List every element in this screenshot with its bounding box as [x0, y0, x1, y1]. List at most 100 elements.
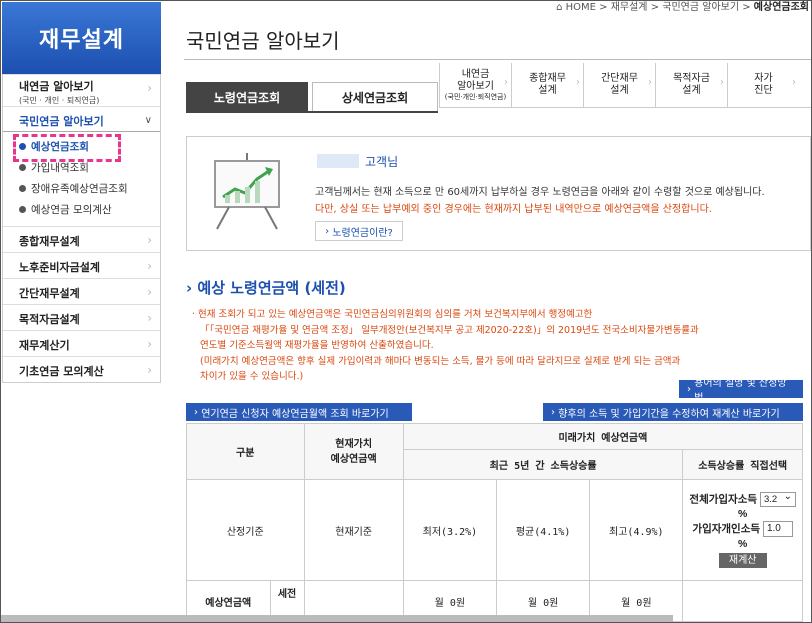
sub-item-expected-pension[interactable]: 예상연금조회: [3, 134, 160, 162]
quick-link-label: 설계: [610, 85, 629, 96]
recalculate-button[interactable]: 재계산: [718, 552, 767, 569]
header-category: 구분: [186, 423, 305, 480]
chevron-right-icon: ›: [648, 77, 652, 88]
chevron-right-icon: ›: [576, 77, 580, 88]
sidebar-title: 재무설계: [2, 2, 161, 74]
bullet-icon: [19, 206, 26, 213]
divider: [186, 111, 438, 113]
chevron-right-icon: ›: [194, 406, 202, 418]
direct-select-form: 전체가입자소득 3.2 % 가입자개인소득 1.0 % 재계산: [683, 490, 802, 569]
quick-link-label: 설계: [538, 85, 557, 96]
chevron-down-icon: ∨: [144, 115, 152, 126]
notice-line: (미래가치 예상연금액은 향후 실제 가입이력과 해마다 변동되는 소득, 물가…: [200, 355, 681, 367]
button-label: 노령연금이란?: [332, 227, 393, 239]
sidebar-item-label: 재무계산기: [19, 339, 70, 352]
info-text: 고객님께서는 현재 소득으로 만 60세까지 납부하실 경우 노령연금을 아래와…: [315, 187, 765, 198]
sidebar-item-label: 기초연금 모의계산: [19, 365, 104, 378]
percent-label: %: [738, 507, 748, 520]
quick-link-label: 간단재무: [601, 73, 638, 84]
chevron-right-icon: ›: [687, 383, 695, 395]
notice-line: 「「국민연금 재평가율 및 연금액 조정」 일부개정안(보건복지부 공고 제20…: [200, 324, 699, 336]
quick-link-label: 알아보기: [457, 80, 494, 92]
masked-name: [317, 154, 359, 168]
chevron-right-icon: ›: [720, 77, 724, 88]
sidebar-item-retirement[interactable]: 노후준비자금설계 ›: [3, 252, 160, 278]
chevron-right-icon: ›: [186, 279, 198, 297]
sidebar-item-label: 간단재무설계: [19, 287, 80, 300]
sub-item-mock-calc[interactable]: 예상연금 모의계산: [3, 199, 160, 220]
chevron-right-icon: ›: [147, 363, 152, 377]
value-direct: [682, 580, 803, 622]
sub-item-label: 예상연금 모의계산: [31, 204, 112, 216]
pension-table: 구분 현재가치 예상연금액 미래가치 예상연금액 최근 5년 간 소득상승률 소…: [186, 423, 804, 622]
quick-link-label: 내연금: [461, 68, 490, 80]
header-current-value: 현재가치 예상연금액: [303, 423, 404, 480]
divider: [184, 59, 811, 60]
what-is-pension-button[interactable]: › 노령연금이란?: [315, 221, 403, 241]
sidebar-item-my-pension[interactable]: 내연금 알아보기 (국민 · 개인 · 퇴직연금) ›: [3, 74, 160, 106]
all-income-select[interactable]: 3.2: [759, 490, 796, 507]
sidebar-item-label: 국민연금 알아보기: [19, 115, 104, 128]
sidebar-item-label: 노후준비자금설계: [19, 261, 100, 274]
chevron-right-icon: ›: [147, 259, 152, 273]
breadcrumb-level1[interactable]: 재무설계: [611, 2, 648, 13]
breadcrumb-current: 예상연금조회: [753, 2, 809, 13]
sub-item-label: 장애유족예상연금조회: [31, 183, 128, 195]
sub-item-enrollment-history[interactable]: 가입내역조회: [3, 157, 160, 178]
recalculate-link-button[interactable]: › 향후의 소득 및 가입기간을 수정하여 재계산 바로가기: [543, 403, 803, 421]
notice-line: 연도별 기준소득월액 재평가율을 반영하여 산출하였습니다.: [200, 340, 434, 351]
sidebar-sub-list: 예상연금조회 가입내역조회 장애유족예상연금조회 예상연금 모의계산: [3, 132, 160, 226]
personal-income-label: 가입자개인소득: [692, 522, 761, 535]
sub-item-disability-survivor[interactable]: 장애유족예상연금조회: [3, 178, 160, 199]
bullet-icon: [19, 164, 26, 171]
section-title: › 예상 노령연금액 (세전): [186, 277, 346, 298]
divider: [439, 107, 811, 108]
window-frame: 재무설계 내연금 알아보기 (국민 · 개인 · 퇴직연금) › 국민연금 알아…: [0, 0, 812, 623]
quick-link-simple[interactable]: 간단재무 설계 ›: [583, 63, 655, 107]
header-direct-select: 소득상승률 직접선택: [682, 449, 803, 480]
tab-detail-pension[interactable]: 상세연금조회: [312, 82, 438, 112]
quick-link-purpose[interactable]: 목적자금 설계 ›: [655, 63, 727, 107]
sidebar-item-calculator[interactable]: 재무계산기 ›: [3, 330, 160, 356]
horizontal-scrollbar[interactable]: [1, 615, 673, 622]
quick-link-self-check[interactable]: 자가 진단 ›: [727, 63, 799, 107]
sidebar-item-basic-pension[interactable]: 기초연금 모의계산 ›: [3, 356, 160, 382]
sidebar-item-label: 목적자금설계: [19, 313, 80, 326]
breadcrumb-home[interactable]: HOME: [566, 2, 596, 13]
chevron-right-icon: ›: [504, 77, 508, 88]
sidebar-item-purpose[interactable]: 목적자금설계 ›: [3, 304, 160, 330]
deferred-pension-button[interactable]: › 연기연금 신청자 예상연금월액 조회 바로가기: [186, 403, 412, 421]
notice-line: · 현재 조회가 되고 있는 예상연금액은 국민연금심의위원회의 심의를 거쳐 …: [192, 309, 593, 320]
chevron-right-icon: ›: [147, 233, 152, 247]
section-title-text: 예상 노령연금액 (세전): [197, 279, 346, 297]
sidebar: 재무설계 내연금 알아보기 (국민 · 개인 · 퇴직연금) › 국민연금 알아…: [2, 2, 161, 392]
quick-link-label: 목적자금: [673, 73, 710, 84]
info-box: 고객님 고객님께서는 현재 소득으로 만 60세까지 납부하실 경우 노령연금을…: [186, 136, 811, 251]
all-income-label: 전체가입자소득: [689, 492, 758, 505]
page-title: 국민연금 알아보기: [186, 29, 340, 53]
quick-link-my-pension[interactable]: 내연금 알아보기 (국민·개인·퇴직연금) ›: [439, 63, 511, 107]
sidebar-item-national-pension[interactable]: 국민연금 알아보기 ∨: [3, 106, 160, 132]
percent-label: %: [738, 537, 748, 550]
rate-min: 최저(3.2%): [402, 479, 498, 581]
personal-income-input[interactable]: 1.0: [762, 520, 793, 537]
breadcrumb-level2[interactable]: 국민연금 알아보기: [662, 2, 739, 13]
quick-link-label: 종합재무: [529, 73, 566, 84]
tab-old-age-pension[interactable]: 노령연금조회: [186, 82, 308, 112]
chevron-right-icon: ›: [325, 225, 333, 237]
home-icon[interactable]: ⌂: [556, 2, 562, 13]
quick-link-sublabel: (국민·개인·퇴직연금): [444, 92, 507, 101]
sidebar-item-comprehensive[interactable]: 종합재무설계 ›: [3, 226, 160, 252]
notice-text: · 현재 조회가 되고 있는 예상연금액은 국민연금심의위원회의 심의를 거쳐 …: [192, 307, 782, 385]
customer-suffix: 고객님: [365, 155, 399, 169]
sidebar-item-simple[interactable]: 간단재무설계 ›: [3, 278, 160, 304]
quick-link-label: 자가: [754, 73, 773, 84]
rate-avg: 평균(4.1%): [495, 479, 591, 581]
current-basis: 현재기준: [303, 479, 404, 581]
quick-link-comprehensive[interactable]: 종합재무 설계 ›: [511, 63, 583, 107]
terms-button[interactable]: › 용어의 설명 및 산정방법: [679, 378, 803, 404]
quick-link-label: 진단: [754, 85, 773, 96]
chevron-right-icon: ›: [147, 311, 152, 325]
chevron-right-icon: ›: [147, 337, 152, 351]
chevron-right-icon: ›: [792, 77, 796, 88]
